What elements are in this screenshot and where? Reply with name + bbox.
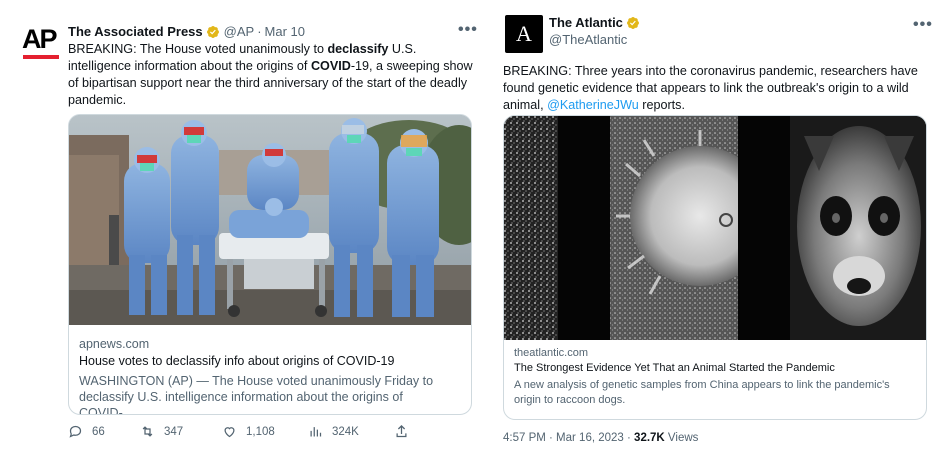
card-photo	[69, 115, 471, 325]
tweet-date[interactable]: Mar 10	[265, 24, 305, 39]
card-description: A new analysis of genetic samples from C…	[514, 379, 890, 406]
tweet-meta: 4:57 PM · Mar 16, 2023 · 32.7K Views	[503, 432, 698, 444]
more-options-icon[interactable]: •••	[913, 17, 933, 33]
card-title[interactable]: The Strongest Evidence Yet That an Anima…	[514, 361, 916, 376]
views-button[interactable]: 324K	[308, 424, 359, 439]
views-label: Views	[664, 432, 699, 444]
tweet-text: BREAKING: Three years into the coronavir…	[503, 63, 935, 114]
card-title[interactable]: House votes to declassify info about ori…	[79, 353, 461, 370]
views-count: 32.7K	[634, 432, 665, 444]
share-icon	[396, 424, 407, 438]
ap-avatar[interactable]: AP	[22, 24, 60, 62]
card-domain: theatlantic.com	[514, 347, 588, 359]
views-chart-icon	[310, 427, 322, 437]
atlantic-handle-row: @TheAtlantic	[549, 32, 627, 47]
author-handle[interactable]: @AP	[224, 24, 255, 39]
retweet-icon	[142, 426, 153, 437]
tweet-text: BREAKING: The House voted unanimously to…	[68, 41, 474, 109]
reply-button[interactable]: 66	[68, 424, 105, 439]
ap-logo-bar	[23, 55, 59, 59]
reply-icon	[69, 425, 82, 438]
tweet-text-bold: COVID	[310, 59, 351, 73]
like-count: 1,108	[246, 425, 275, 438]
card-image-virus-raccoon-dog[interactable]	[504, 116, 926, 340]
card-body: apnews.com House votes to declassify inf…	[69, 336, 471, 415]
separator-dot: ·	[257, 24, 262, 39]
heart-icon	[224, 427, 235, 438]
share-button[interactable]	[394, 424, 418, 439]
reply-count: 66	[92, 425, 105, 438]
verified-badge-icon	[626, 16, 639, 29]
like-button[interactable]: 1,108	[222, 424, 275, 439]
action-bar: 66 347 1,108 324K	[68, 424, 472, 444]
atlantic-tweet: A The Atlantic @TheAtlantic ••• BREAKING…	[495, 5, 942, 455]
ap-header: The Associated Press @AP · Mar 10	[68, 24, 305, 39]
ap-tweet: AP The Associated Press @AP · Mar 10 •••…	[10, 12, 483, 450]
verified-badge-icon	[206, 25, 219, 38]
author-handle[interactable]: @TheAtlantic	[549, 32, 627, 47]
retweet-count: 347	[164, 425, 184, 438]
views-count: 324K	[332, 425, 359, 438]
mention-link[interactable]: @KatherineJWu	[547, 98, 639, 112]
link-card[interactable]: apnews.com House votes to declassify inf…	[68, 114, 472, 415]
card-domain: apnews.com	[79, 337, 150, 351]
more-options-icon[interactable]: •••	[458, 22, 478, 38]
retweet-button[interactable]: 347	[140, 424, 183, 439]
card-image-hospital-workers[interactable]	[69, 115, 471, 325]
ap-logo-text: AP	[22, 24, 57, 54]
tweet-text-bold: declassify	[327, 42, 389, 56]
atlantic-avatar[interactable]: A	[505, 15, 543, 53]
link-card[interactable]: theatlantic.com The Strongest Evidence Y…	[503, 115, 927, 420]
author-name[interactable]: The Atlantic	[549, 15, 623, 30]
card-body: theatlantic.com The Strongest Evidence Y…	[504, 346, 926, 408]
atlantic-header: The Atlantic	[549, 15, 640, 30]
tweet-text-part: reports.	[638, 98, 685, 112]
card-description: WASHINGTON (AP) — The House voted unanim…	[79, 374, 434, 415]
atlantic-logo-letter: A	[516, 21, 532, 46]
card-illustration	[504, 116, 926, 340]
tweet-text-part: BREAKING: The House voted unanimously to	[68, 42, 328, 56]
author-name[interactable]: The Associated Press	[68, 24, 203, 39]
tweet-timestamp[interactable]: 4:57 PM · Mar 16, 2023 ·	[503, 432, 634, 444]
